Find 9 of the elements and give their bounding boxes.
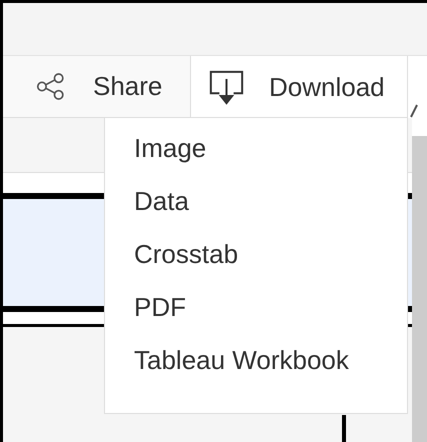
menu-item[interactable]: Tableau Workbook bbox=[134, 344, 407, 397]
share-button[interactable]: Share bbox=[3, 56, 190, 118]
download-icon bbox=[208, 68, 245, 106]
download-button[interactable]: Download bbox=[190, 56, 408, 118]
menu-item[interactable]: Image bbox=[134, 132, 407, 185]
menu-item[interactable]: Data bbox=[134, 185, 407, 238]
slash-icon bbox=[410, 104, 418, 118]
menu-item[interactable]: PDF bbox=[134, 291, 407, 344]
menu-item[interactable]: Crosstab bbox=[134, 238, 407, 291]
